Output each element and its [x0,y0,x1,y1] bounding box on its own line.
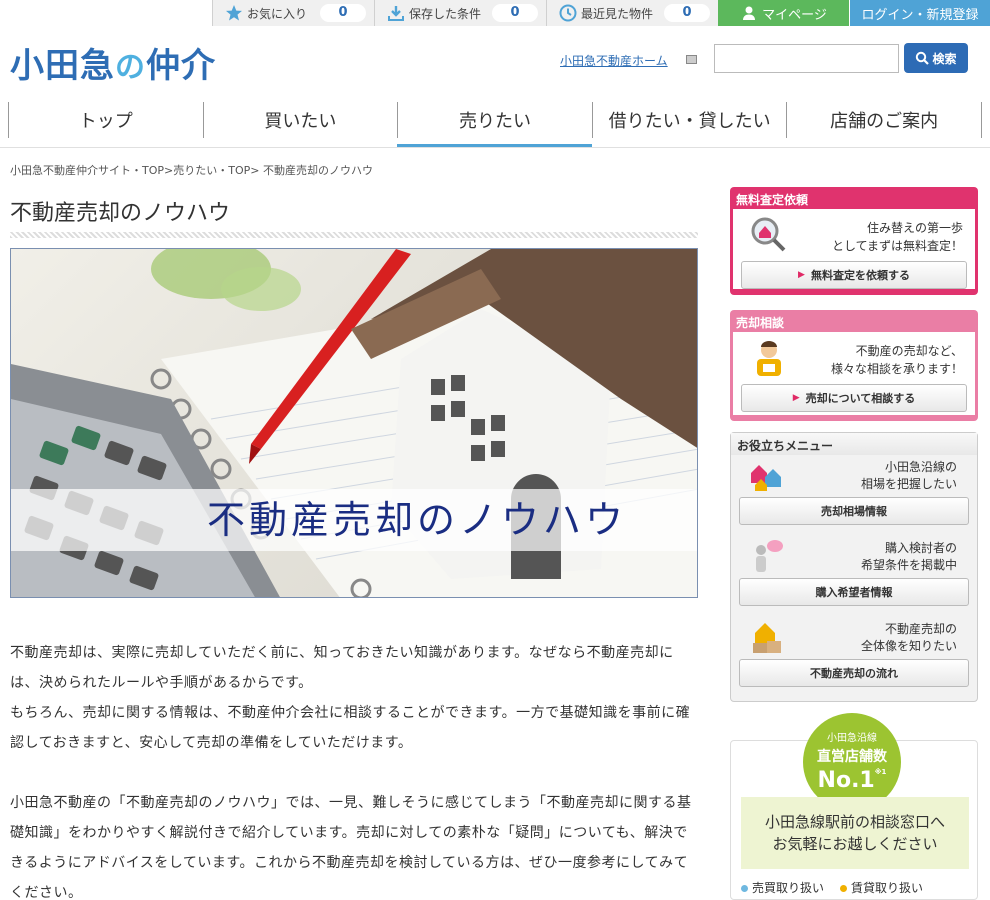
menu-flow-msg-2: 全体像を知りたい [860,639,957,653]
mypage-button[interactable]: マイページ [718,0,849,26]
useful-menu-heading: お役立ちメニュー [731,433,977,455]
download-icon [387,4,405,22]
menu-market-msg-1: 小田急沿線の [884,460,957,474]
sale-consultation-msg-1: 不動産の売却など、 [855,344,963,358]
hero-image: 不動産売却のノウハウ [10,248,698,598]
free-appraisal-heading: 無料査定依頼 [736,193,809,207]
nav-rent[interactable]: 借りたい・貸したい [591,102,787,138]
legend-rental: 賃貸取り扱い [851,881,924,895]
intro-paragraph-2: 小田急不動産の「不動産売却のノウハウ」では、一見、難しそうに感じてしまう「不動産… [10,795,692,900]
person-speech-icon [747,538,787,578]
rank-line-3: No.1 [817,768,875,793]
logo-text-1: 小田急 [10,46,115,86]
sale-flow-button[interactable]: 不動産売却の流れ [739,659,969,687]
house-boxes-icon [747,619,787,659]
menu-item-flow: 不動産売却の 全体像を知りたい 不動産売却の流れ [731,617,977,698]
rental-dot-icon [840,885,848,892]
sale-consultation-label: 売却について相談する [805,392,916,405]
menu-market-msg-2: 相場を把握したい [860,477,957,491]
star-icon [225,4,243,22]
request-free-appraisal-button[interactable]: ▶ 無料査定を依頼する [741,261,967,289]
menu-buyers-msg-2: 希望条件を掲載中 [860,558,957,572]
nav-buy[interactable]: 買いたい [202,102,398,138]
intro-paragraph-1: 不動産売却は、実際に売却していただく前に、知っておきたい知識があります。なぜなら… [10,645,691,751]
recent-properties-link[interactable]: 最近見た物件 0 [546,0,718,26]
free-appraisal-msg-2: としてまずは無料査定！ [831,239,963,253]
corporate-home-link[interactable]: 小田急不動産ホーム [560,52,668,69]
search-button-label: 検索 [932,51,957,66]
favorites-link[interactable]: お気に入り 0 [212,0,374,26]
external-window-icon [686,55,697,64]
request-free-appraisal-label: 無料査定を依頼する [810,269,910,282]
saved-conditions-link[interactable]: 保存した条件 0 [374,0,546,26]
menu-flow-msg-1: 不動産売却の [884,622,957,636]
nav-sell[interactable]: 売りたい [397,102,592,148]
rank-panel-line-1: 小田急線駅前の相談窓口へ [764,813,945,831]
nav-stores[interactable]: 店舗のご案内 [786,102,982,138]
staff-person-icon [749,338,789,378]
login-label: ログイン・新規登録 [861,7,979,23]
logo-text-2: の [115,50,146,85]
clock-icon [559,4,577,22]
free-appraisal-msg-1: 住み替えの第一歩 [866,221,963,235]
title-rule [10,232,698,238]
site-logo[interactable]: 小田急の仲介 [10,38,216,87]
favorites-label: お気に入り [247,6,308,21]
houses-icon [747,457,787,497]
saved-label: 保存した条件 [409,6,482,21]
search-button[interactable]: 検索 [904,43,968,73]
market-info-button[interactable]: 売却相場情報 [739,497,969,525]
rank-panel-line-2: お気軽にお越しください [772,835,938,853]
triangle-right-icon: ▶ [798,270,805,280]
rank-line-1: 小田急沿線 [827,733,877,744]
sale-consultation-button[interactable]: ▶ 売却について相談する [741,384,967,412]
mypage-label: マイページ [762,7,827,23]
nav-top[interactable]: トップ [8,102,203,138]
menu-item-buyers: 購入検討者の 希望条件を掲載中 購入希望者情報 [731,536,977,617]
search-icon [916,51,930,65]
recent-count: 0 [664,4,710,22]
store-ranking-box: 小田急沿線 直営店舗数 No.1※1 小田急線駅前の相談窓口へ お気軽にお越しく… [730,713,978,900]
store-type-legend: 売買取り扱い 賃貸取り扱い [741,879,923,896]
hero-caption: 不動産売却のノウハウ [207,498,628,542]
triangle-right-icon: ▶ [792,393,800,403]
station-counter-panel: 小田急線駅前の相談窓口へ お気軽にお越しください [741,797,969,869]
recent-label: 最近見た物件 [581,6,654,21]
legend-sales: 売買取り扱い [752,881,825,895]
nav-divider [0,147,990,148]
saved-count: 0 [492,4,538,22]
buyer-info-button[interactable]: 購入希望者情報 [739,578,969,606]
sale-consultation-heading: 売却相談 [736,316,785,330]
sales-dot-icon [741,885,748,892]
rank-line-2: 直営店舗数 [817,749,887,765]
menu-buyers-msg-1: 購入検討者の [884,541,957,555]
favorites-count: 0 [320,4,366,22]
login-register-button[interactable]: ログイン・新規登録 [849,0,990,26]
utility-bar: お気に入り 0 保存した条件 0 最近見た物件 0 マイページ ログイン・新規登… [212,0,990,26]
magnifier-house-icon [749,215,789,255]
breadcrumb[interactable]: 小田急不動産仲介サイト・TOP>売りたい・TOP> 不動産売却のノウハウ [10,162,373,178]
search-input[interactable] [714,44,899,73]
logo-text-3: 仲介 [146,46,216,86]
menu-item-market: 小田急沿線の 相場を把握したい 売却相場情報 [731,455,977,536]
user-icon [740,4,758,22]
rank-note: ※1 [874,768,887,776]
main-nav: トップ 買いたい 売りたい 借りたい・貸したい 店舗のご案内 [8,98,982,148]
page-title: 不動産売却のノウハウ [10,201,231,226]
sale-consultation-box: 売却相談 不動産の売却など、 様々な相談を承ります！ ▶ 売却について相談する [730,310,978,421]
free-appraisal-box: 無料査定依頼 住み替えの第一歩 としてまずは無料査定！ ▶ 無料査定を依頼する [730,187,978,295]
sale-consultation-msg-2: 様々な相談を承ります！ [830,362,963,376]
useful-menu-box: お役立ちメニュー 小田急沿線の 相場を把握したい 売却相場情報 購入検討者の 希… [730,432,978,702]
